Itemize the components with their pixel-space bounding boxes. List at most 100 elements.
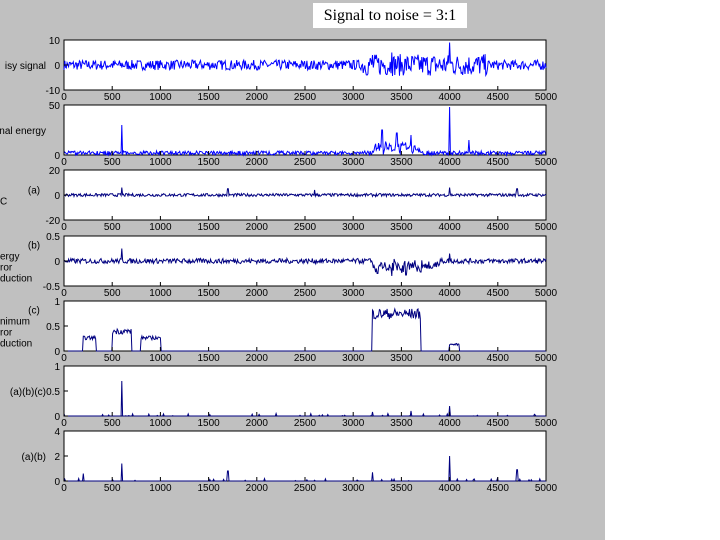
y-axis-label: C	[0, 197, 7, 208]
x-tick-label: 3000	[342, 483, 365, 494]
x-tick-label: 500	[104, 483, 121, 494]
y-axis-label: (c)	[28, 306, 40, 317]
subplot-3: 200-200 500 1000 1500 2000 2500 3000 3500 4000 45…	[0, 166, 558, 233]
x-tick-label: 2000	[246, 483, 269, 494]
y-axis-label: (a)(b)	[22, 452, 46, 463]
x-tick-label: 2500	[294, 92, 317, 103]
x-tick-label: 500	[104, 353, 121, 364]
x-tick-label: 0	[61, 92, 67, 103]
x-tick-label: 3000	[342, 222, 365, 233]
y-tick-label: 0.5	[46, 232, 60, 243]
x-tick-label: 3000	[342, 288, 365, 299]
x-tick-label: 5000	[535, 483, 558, 494]
x-tick-label: 3500	[390, 157, 413, 168]
x-tick-label: 4500	[487, 483, 510, 494]
x-tick-label: 2000	[246, 222, 269, 233]
x-tick-label: 3000	[342, 353, 365, 364]
y-tick-label: 0	[54, 257, 60, 268]
subplot-4: 0.50-0.50 500 1000 1500 2000 2500 3000 3500 4000…	[0, 232, 558, 299]
y-tick-label: 1	[54, 297, 60, 308]
x-tick-label: 4500	[487, 288, 510, 299]
y-tick-label: 0	[54, 347, 60, 358]
x-tick-label: 4000	[438, 288, 461, 299]
x-tick-label: 5000	[535, 418, 558, 429]
y-tick-label: 0	[54, 151, 60, 162]
y-tick-label: 0.5	[46, 322, 60, 333]
x-tick-label: 3500	[390, 483, 413, 494]
x-tick-label: 5000	[535, 222, 558, 233]
y-tick-label: 0	[54, 191, 60, 202]
x-tick-label: 1500	[197, 353, 220, 364]
y-axis-label: (a)	[28, 186, 40, 197]
x-tick-label: 2500	[294, 353, 317, 364]
x-tick-label: 1000	[149, 353, 172, 364]
x-tick-label: 0	[61, 222, 67, 233]
y-tick-label: 0.5	[46, 387, 60, 398]
x-tick-label: 1000	[149, 92, 172, 103]
y-tick-label: 0	[54, 61, 60, 72]
x-tick-label: 3000	[342, 157, 365, 168]
y-tick-label: 10	[49, 36, 61, 47]
x-tick-label: 500	[104, 157, 121, 168]
y-tick-label: 50	[49, 101, 61, 112]
x-tick-label: 3500	[390, 222, 413, 233]
x-tick-label: 0	[61, 483, 67, 494]
x-tick-label: 4000	[438, 353, 461, 364]
x-tick-label: 0	[61, 353, 67, 364]
y-axis-label: nimum	[0, 317, 30, 328]
y-axis-label: duction	[0, 339, 32, 350]
y-axis-label: ergy	[0, 252, 19, 263]
x-tick-label: 5000	[535, 288, 558, 299]
y-axis-label: ror	[0, 328, 13, 339]
subplot-7: 4 2 00 500 1000 1500 2000 2500 3000 3500 4000 4500 5…	[22, 427, 558, 494]
x-tick-label: 500	[104, 418, 121, 429]
x-tick-label: 3000	[342, 92, 365, 103]
y-axis-label: ror	[0, 263, 13, 274]
x-tick-label: 3500	[390, 288, 413, 299]
y-tick-label: 2	[54, 452, 60, 463]
x-tick-label: 1500	[197, 288, 220, 299]
x-tick-label: 1000	[149, 288, 172, 299]
x-tick-label: 4500	[487, 222, 510, 233]
y-tick-label: 4	[54, 427, 60, 438]
x-tick-label: 3500	[390, 353, 413, 364]
x-tick-label: 3500	[390, 418, 413, 429]
x-tick-label: 1500	[197, 92, 220, 103]
subplot-6: 1 0.5 00 500 1000 1500 2000 2500 3000 3500 4000 450…	[10, 362, 558, 429]
x-tick-label: 4500	[487, 353, 510, 364]
x-tick-label: 1500	[197, 483, 220, 494]
x-tick-label: 2500	[294, 483, 317, 494]
x-tick-label: 2000	[246, 418, 269, 429]
x-tick-label: 2000	[246, 92, 269, 103]
x-tick-label: 5000	[535, 92, 558, 103]
y-tick-label: -0.5	[43, 282, 61, 293]
x-tick-label: 4000	[438, 418, 461, 429]
x-tick-label: 1000	[149, 157, 172, 168]
y-tick-label: -10	[46, 86, 61, 97]
x-tick-label: 4000	[438, 92, 461, 103]
x-tick-label: 500	[104, 92, 121, 103]
x-tick-label: 0	[61, 418, 67, 429]
axes-box	[63, 104, 547, 156]
x-tick-label: 2500	[294, 418, 317, 429]
x-tick-label: 500	[104, 288, 121, 299]
x-tick-label: 1000	[149, 222, 172, 233]
subplot-1: 100-100 500 1000 1500 2000 2500 3000 3500 4000 45…	[5, 36, 558, 103]
x-tick-label: 1500	[197, 418, 220, 429]
x-tick-label: 0	[61, 157, 67, 168]
y-tick-label: 0	[54, 412, 60, 423]
x-tick-label: 5000	[535, 353, 558, 364]
y-tick-label: 20	[49, 166, 61, 177]
x-tick-label: 2500	[294, 288, 317, 299]
y-tick-label: -20	[46, 216, 61, 227]
x-tick-label: 5000	[535, 157, 558, 168]
x-tick-label: 2000	[246, 157, 269, 168]
x-tick-label: 4000	[438, 157, 461, 168]
x-tick-label: 4500	[487, 92, 510, 103]
x-tick-label: 2000	[246, 288, 269, 299]
x-tick-label: 1500	[197, 157, 220, 168]
axes-box	[63, 430, 547, 482]
axes-box	[63, 300, 547, 352]
y-tick-label: 0	[54, 477, 60, 488]
y-axis-label: (a)(b)(c)	[10, 387, 46, 398]
